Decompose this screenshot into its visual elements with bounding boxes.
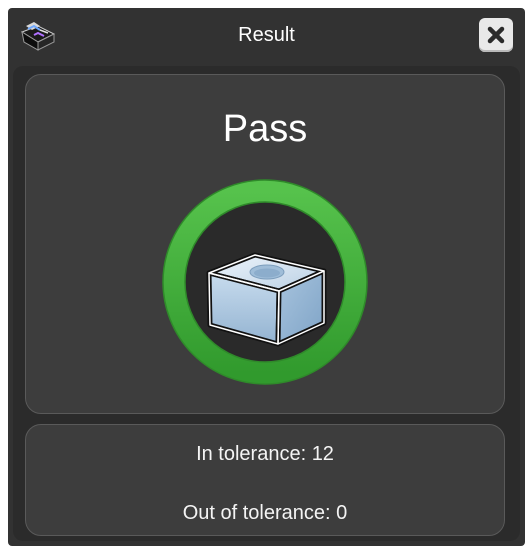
close-icon (487, 26, 505, 44)
part-block-icon (206, 252, 327, 347)
tolerance-panel: In tolerance: 12 Out of tolerance: 0 (25, 424, 505, 536)
dialog-title: Result (238, 24, 295, 46)
close-button[interactable] (479, 18, 513, 52)
pass-ring-icon (158, 175, 372, 389)
out-of-tolerance-count: Out of tolerance: 0 (182, 502, 348, 524)
title-bar: Result (8, 8, 525, 64)
result-status: Pass (222, 108, 308, 150)
result-dialog: Result Pass In tolerance: 12 Out of tole… (8, 8, 525, 546)
in-tolerance-count: In tolerance: 12 (196, 443, 334, 465)
result-panel: Pass (25, 74, 505, 414)
dialog-content: Pass In tolerance: 12 Out of tolerance: … (13, 66, 520, 541)
